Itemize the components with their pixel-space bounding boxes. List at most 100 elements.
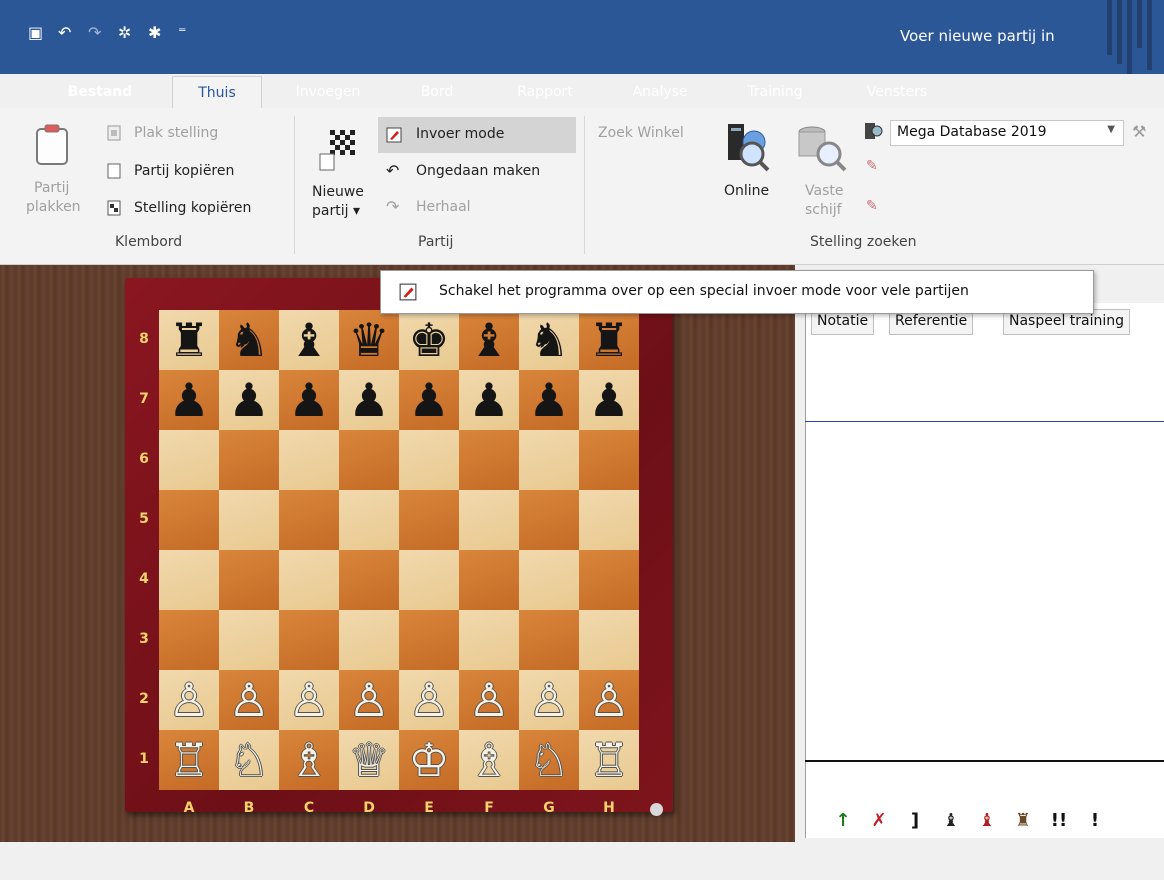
- square-c5[interactable]: [279, 490, 339, 550]
- square-h8[interactable]: ♜: [579, 310, 639, 370]
- black-piece[interactable]: ♟: [168, 370, 209, 430]
- square-a5[interactable]: [159, 490, 219, 550]
- square-f6[interactable]: [459, 430, 519, 490]
- square-g3[interactable]: [519, 610, 579, 670]
- black-piece[interactable]: ♝: [468, 310, 509, 370]
- square-a6[interactable]: [159, 430, 219, 490]
- piece-red-icon[interactable]: ♝: [969, 807, 1005, 835]
- square-d2[interactable]: ♙: [339, 670, 399, 730]
- square-f3[interactable]: [459, 610, 519, 670]
- square-c4[interactable]: [279, 550, 339, 610]
- tab-thuis[interactable]: Thuis: [172, 76, 262, 110]
- white-piece[interactable]: ♘: [228, 730, 269, 790]
- black-piece[interactable]: ♟: [408, 370, 449, 430]
- tab-bestand[interactable]: Bestand: [52, 78, 148, 109]
- delete-move-icon[interactable]: ✗: [861, 807, 897, 835]
- white-piece[interactable]: ♙: [468, 670, 509, 730]
- square-h3[interactable]: [579, 610, 639, 670]
- square-f2[interactable]: ♙: [459, 670, 519, 730]
- black-piece[interactable]: ♜: [168, 310, 209, 370]
- square-g7[interactable]: ♟: [519, 370, 579, 430]
- square-b1[interactable]: ♘: [219, 730, 279, 790]
- search-option-icon[interactable]: ✎: [866, 198, 878, 214]
- white-piece[interactable]: ♙: [528, 670, 569, 730]
- white-piece[interactable]: ♗: [288, 730, 329, 790]
- square-b7[interactable]: ♟: [219, 370, 279, 430]
- redo-icon[interactable]: ↷: [88, 22, 118, 44]
- square-h4[interactable]: [579, 550, 639, 610]
- database-select[interactable]: Mega Database 2019 ▼: [890, 120, 1124, 146]
- notation-area[interactable]: [805, 303, 1164, 838]
- double-exclamation-icon[interactable]: !!: [1041, 807, 1077, 835]
- square-b4[interactable]: [219, 550, 279, 610]
- black-piece[interactable]: ♟: [228, 370, 269, 430]
- square-e3[interactable]: [399, 610, 459, 670]
- square-h7[interactable]: ♟: [579, 370, 639, 430]
- black-piece[interactable]: ♛: [348, 310, 389, 370]
- square-d5[interactable]: [339, 490, 399, 550]
- square-a8[interactable]: ♜: [159, 310, 219, 370]
- black-piece[interactable]: ♞: [228, 310, 269, 370]
- bug-icon[interactable]: ✱: [148, 22, 178, 44]
- undo-icon[interactable]: ↶: [58, 22, 88, 44]
- square-e7[interactable]: ♟: [399, 370, 459, 430]
- save-icon[interactable]: ▣: [28, 22, 58, 44]
- square-e1[interactable]: ♔: [399, 730, 459, 790]
- square-c3[interactable]: [279, 610, 339, 670]
- arrow-up-icon[interactable]: ↑: [825, 807, 861, 835]
- white-piece[interactable]: ♙: [408, 670, 449, 730]
- square-e5[interactable]: [399, 490, 459, 550]
- square-e8[interactable]: ♚: [399, 310, 459, 370]
- square-e6[interactable]: [399, 430, 459, 490]
- square-g5[interactable]: [519, 490, 579, 550]
- tab-rapport[interactable]: Rapport: [500, 78, 590, 109]
- black-piece[interactable]: ♟: [588, 370, 629, 430]
- white-piece[interactable]: ♙: [588, 670, 629, 730]
- square-d3[interactable]: [339, 610, 399, 670]
- square-g8[interactable]: ♞: [519, 310, 579, 370]
- square-e4[interactable]: [399, 550, 459, 610]
- square-a2[interactable]: ♙: [159, 670, 219, 730]
- square-b8[interactable]: ♞: [219, 310, 279, 370]
- square-d6[interactable]: [339, 430, 399, 490]
- white-piece[interactable]: ♕: [348, 730, 389, 790]
- square-f8[interactable]: ♝: [459, 310, 519, 370]
- white-piece[interactable]: ♗: [468, 730, 509, 790]
- square-a3[interactable]: [159, 610, 219, 670]
- square-g2[interactable]: ♙: [519, 670, 579, 730]
- tab-bord[interactable]: Bord: [404, 78, 470, 109]
- black-piece[interactable]: ♟: [288, 370, 329, 430]
- square-b5[interactable]: [219, 490, 279, 550]
- square-f7[interactable]: ♟: [459, 370, 519, 430]
- white-piece[interactable]: ♘: [528, 730, 569, 790]
- square-c1[interactable]: ♗: [279, 730, 339, 790]
- bracket-icon[interactable]: ]: [897, 807, 933, 835]
- square-g6[interactable]: [519, 430, 579, 490]
- pieces-icon[interactable]: ♜: [1005, 807, 1041, 835]
- tab-invoegen[interactable]: Invoegen: [282, 78, 374, 109]
- black-piece[interactable]: ♟: [348, 370, 389, 430]
- square-d7[interactable]: ♟: [339, 370, 399, 430]
- piece-annotation-icon[interactable]: ♝: [933, 807, 969, 835]
- white-piece[interactable]: ♖: [588, 730, 629, 790]
- square-c7[interactable]: ♟: [279, 370, 339, 430]
- tab-training[interactable]: Training: [730, 78, 820, 109]
- entry-mode-button[interactable]: Invoer mode: [378, 117, 576, 153]
- square-g1[interactable]: ♘: [519, 730, 579, 790]
- exclamation-icon[interactable]: !: [1077, 807, 1113, 835]
- white-piece[interactable]: ♙: [168, 670, 209, 730]
- tab-analyse[interactable]: Analyse: [616, 78, 704, 109]
- black-piece[interactable]: ♚: [408, 310, 449, 370]
- square-a7[interactable]: ♟: [159, 370, 219, 430]
- engine-icon[interactable]: ✲: [118, 22, 148, 44]
- square-e2[interactable]: ♙: [399, 670, 459, 730]
- square-f5[interactable]: [459, 490, 519, 550]
- square-d1[interactable]: ♕: [339, 730, 399, 790]
- square-c6[interactable]: [279, 430, 339, 490]
- square-g4[interactable]: [519, 550, 579, 610]
- square-d8[interactable]: ♛: [339, 310, 399, 370]
- shop-search-button[interactable]: Zoek Winkel: [598, 125, 684, 141]
- black-piece[interactable]: ♜: [588, 310, 629, 370]
- square-h5[interactable]: [579, 490, 639, 550]
- settings-icon[interactable]: ⚒: [1132, 122, 1146, 141]
